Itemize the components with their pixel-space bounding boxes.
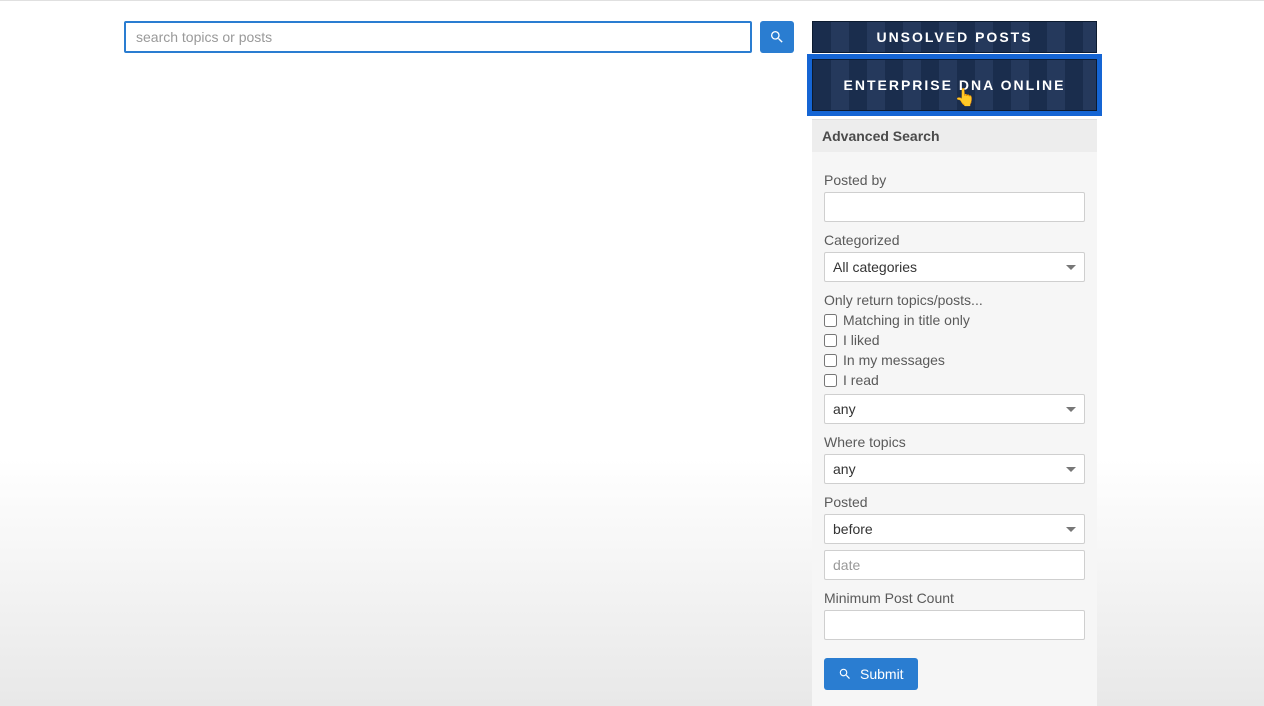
where-topics-select[interactable]: any: [824, 454, 1085, 484]
in-my-messages-checkbox[interactable]: [824, 354, 837, 367]
posted-by-input[interactable]: [824, 192, 1085, 222]
search-icon: [838, 667, 852, 681]
advanced-search-header: Advanced Search: [812, 119, 1097, 152]
submit-button[interactable]: Submit: [824, 658, 918, 690]
chevron-down-icon: [1066, 467, 1076, 472]
categorized-select[interactable]: All categories: [824, 252, 1085, 282]
i-liked-label: I liked: [843, 332, 880, 348]
min-post-count-input[interactable]: [824, 610, 1085, 640]
search-input[interactable]: [124, 21, 752, 53]
posted-select[interactable]: before: [824, 514, 1085, 544]
where-topics-label: Where topics: [824, 434, 1085, 450]
posted-by-label: Posted by: [824, 172, 1085, 188]
i-read-label: I read: [843, 372, 879, 388]
i-liked-checkbox[interactable]: [824, 334, 837, 347]
i-read-checkbox[interactable]: [824, 374, 837, 387]
advanced-search-panel: Posted by Categorized All categories Onl…: [812, 152, 1097, 706]
submit-label: Submit: [860, 666, 904, 682]
where-topics-value: any: [833, 461, 856, 477]
posted-label: Posted: [824, 494, 1085, 510]
date-input[interactable]: [824, 550, 1085, 580]
chevron-down-icon: [1066, 527, 1076, 532]
filter-any-select[interactable]: any: [824, 394, 1085, 424]
chevron-down-icon: [1066, 407, 1076, 412]
categorized-label: Categorized: [824, 232, 1085, 248]
matching-title-checkbox[interactable]: [824, 314, 837, 327]
in-my-messages-label: In my messages: [843, 352, 945, 368]
matching-title-label: Matching in title only: [843, 312, 970, 328]
categorized-value: All categories: [833, 259, 917, 275]
banner-label: ENTERPRISE DNA ONLINE: [844, 77, 1066, 93]
posted-value: before: [833, 521, 873, 537]
filter-any-value: any: [833, 401, 856, 417]
unsolved-posts-banner[interactable]: UNSOLVED POSTS: [812, 21, 1097, 53]
only-return-header: Only return topics/posts...: [824, 292, 1085, 308]
min-post-count-label: Minimum Post Count: [824, 590, 1085, 606]
chevron-down-icon: [1066, 265, 1076, 270]
search-button[interactable]: [760, 21, 794, 53]
enterprise-dna-online-banner[interactable]: ENTERPRISE DNA ONLINE 👆: [812, 59, 1097, 111]
search-icon: [769, 29, 785, 45]
